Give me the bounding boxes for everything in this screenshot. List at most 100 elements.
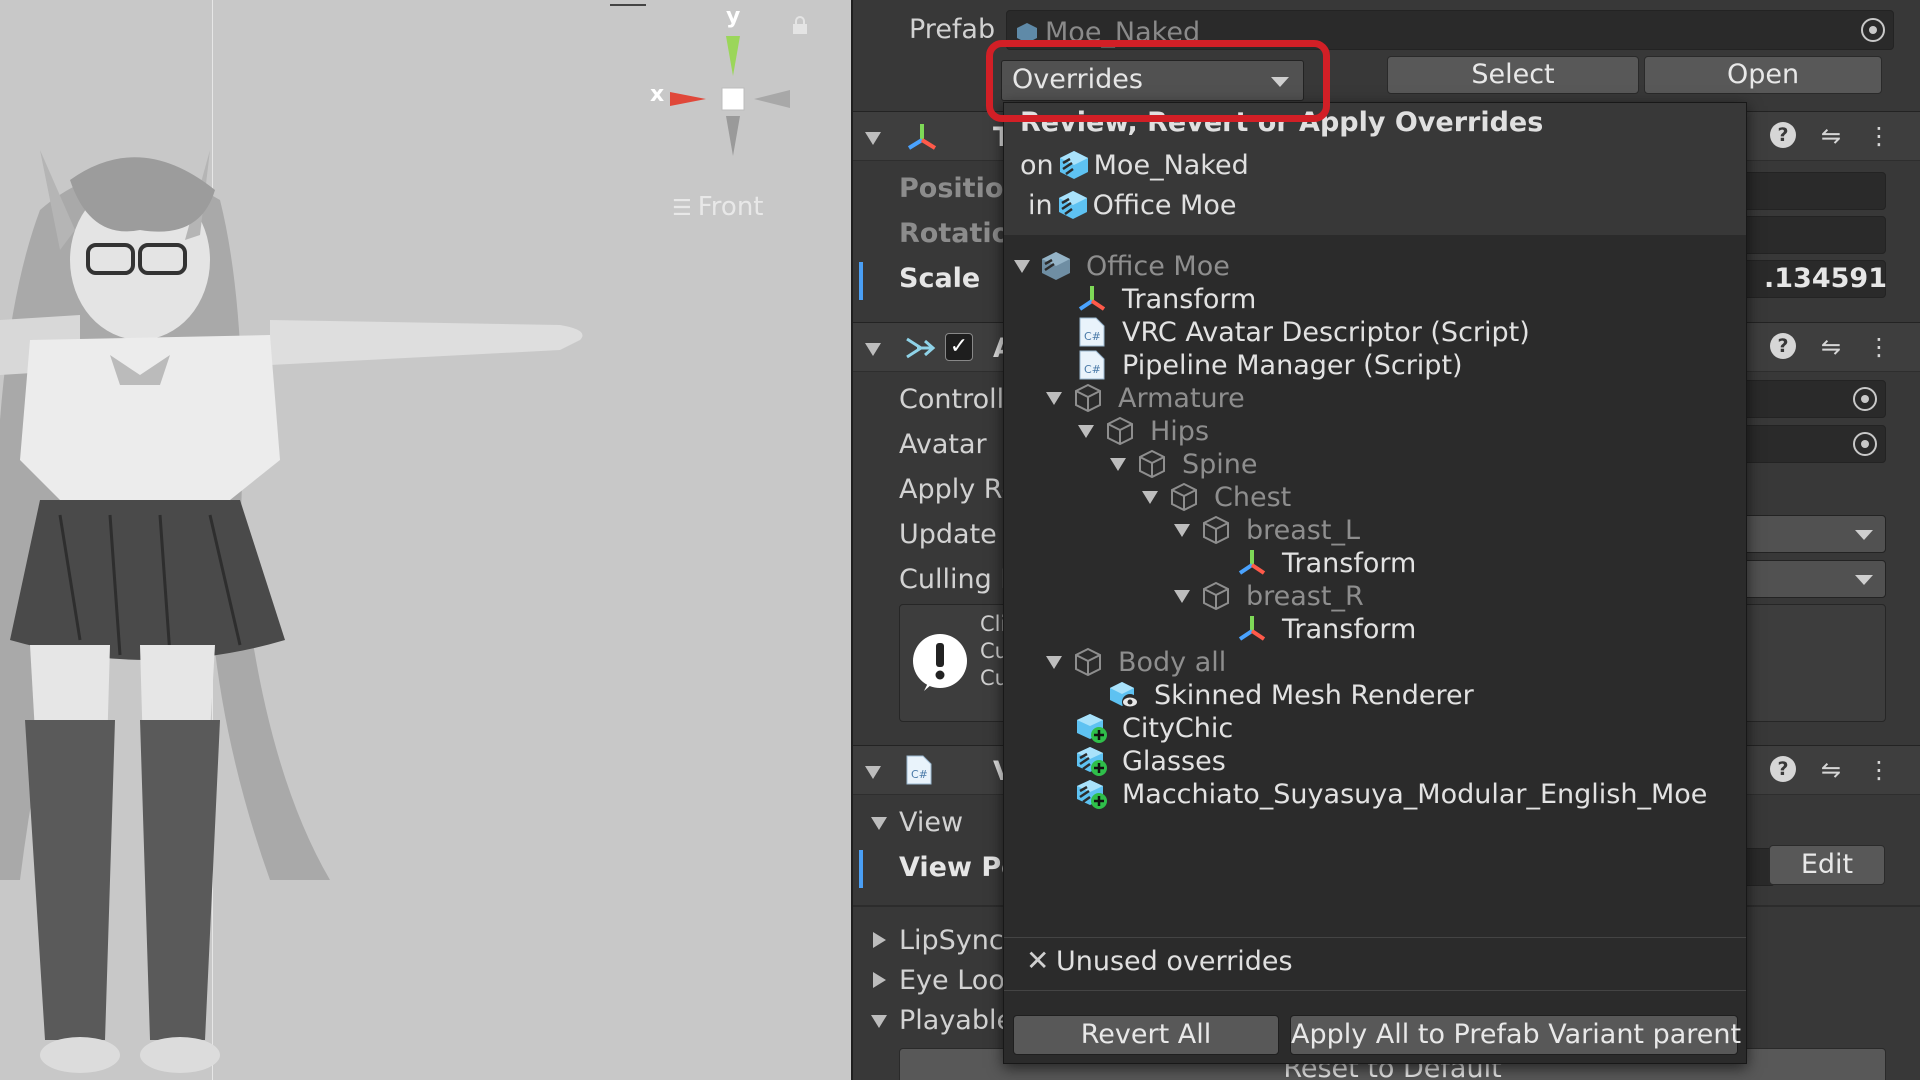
gizmo-x-label: x xyxy=(650,82,665,107)
unity-editor: y x ☰ Front Prefab Moe_Naked Select Open… xyxy=(0,0,1920,1080)
svg-text:C#: C# xyxy=(1084,363,1101,376)
transform-icon xyxy=(1238,616,1266,641)
added-prefab-variant-icon xyxy=(1077,780,1107,809)
scale-z-field[interactable]: .134591 xyxy=(1733,260,1887,298)
view-mode-label[interactable]: ☰ Front xyxy=(672,192,764,222)
modified-indicator xyxy=(859,850,863,888)
expand-arrow-icon[interactable] xyxy=(1014,259,1030,273)
presets-icon[interactable]: ⇋ xyxy=(1818,122,1844,150)
expand-arrow-icon[interactable] xyxy=(1142,490,1158,504)
unused-overrides-row[interactable]: ✕ Unused overrides xyxy=(1004,937,1746,991)
expand-arrow-icon[interactable] xyxy=(871,1015,887,1028)
animator-icon xyxy=(906,337,936,359)
position-z-field[interactable] xyxy=(1733,172,1886,210)
object-picker-icon[interactable] xyxy=(1853,387,1877,411)
help-icon[interactable]: ? xyxy=(1770,333,1796,359)
expand-arrow-icon[interactable] xyxy=(1110,457,1126,471)
on-prefix: on xyxy=(1020,149,1054,181)
presets-icon[interactable]: ⇋ xyxy=(1818,756,1844,784)
transform-icon xyxy=(907,124,937,150)
revert-all-button[interactable]: Revert All xyxy=(1013,1015,1279,1055)
warning-icon xyxy=(913,634,967,691)
tree-item-label: Hips xyxy=(1150,415,1210,447)
rotation-z-field[interactable] xyxy=(1733,216,1886,254)
presets-icon[interactable]: ⇋ xyxy=(1818,333,1844,361)
help-icon[interactable]: ? xyxy=(1770,756,1796,782)
orientation-gizmo[interactable]: y x xyxy=(640,0,807,170)
help-icon[interactable]: ? xyxy=(1770,122,1796,148)
eye-look-foldout[interactable]: Eye Lool xyxy=(899,965,1012,996)
edit-button[interactable]: Edit xyxy=(1769,845,1885,885)
expand-arrow-icon[interactable] xyxy=(871,817,887,830)
skinned-mesh-icon xyxy=(1110,682,1138,710)
more-options-icon[interactable]: ⋮ xyxy=(1866,756,1892,784)
scale-label: Scale xyxy=(899,263,981,294)
in-prefix: in xyxy=(1028,189,1053,221)
tree-item-label: Office Moe xyxy=(1086,250,1230,282)
expand-arrow-icon[interactable] xyxy=(865,766,881,779)
expand-arrow-icon[interactable] xyxy=(865,132,881,145)
apply-root-motion-label: Apply Ro xyxy=(899,474,1018,505)
prefab-label: Prefab xyxy=(909,14,996,45)
gameobject-icon xyxy=(1171,482,1197,512)
controller-field[interactable] xyxy=(1733,380,1886,418)
tree-item-label: Body all xyxy=(1118,646,1227,678)
prefab-variant-icon xyxy=(1059,151,1088,179)
unused-overrides-label: Unused overrides xyxy=(1056,946,1293,977)
script-icon: C# xyxy=(906,755,932,785)
transform-icon xyxy=(1078,286,1106,311)
avatar-field[interactable] xyxy=(1733,425,1886,463)
more-options-icon[interactable]: ⋮ xyxy=(1866,122,1892,150)
avatar-model xyxy=(0,150,583,1073)
culling-mode-dropdown[interactable] xyxy=(1733,560,1886,598)
lipsync-foldout[interactable]: LipSync xyxy=(899,925,1004,956)
expand-arrow-icon[interactable] xyxy=(1046,391,1062,405)
tree-item-label: Transform xyxy=(1282,547,1417,579)
expand-arrow-icon[interactable] xyxy=(1174,523,1190,537)
script-icon: C# xyxy=(1079,350,1105,380)
script-icon: C# xyxy=(1079,317,1105,347)
added-prefab-icon xyxy=(1077,714,1107,743)
expand-arrow-icon[interactable] xyxy=(873,932,886,948)
expand-arrow-icon[interactable] xyxy=(1046,655,1062,669)
gameobject-icon xyxy=(1203,581,1229,611)
object-picker-icon[interactable] xyxy=(1861,18,1885,42)
more-options-icon[interactable]: ⋮ xyxy=(1866,333,1892,361)
open-button[interactable]: Open xyxy=(1644,56,1882,94)
select-button[interactable]: Select xyxy=(1387,56,1639,94)
playable-layers-foldout[interactable]: Playable xyxy=(899,1005,1013,1036)
tree-item-label: breast_L xyxy=(1246,514,1360,546)
expand-arrow-icon[interactable] xyxy=(865,343,881,356)
prefab-icon xyxy=(1042,252,1070,280)
chevron-down-icon xyxy=(1855,575,1873,585)
tree-item-label: Transform xyxy=(1122,283,1257,315)
expand-arrow-icon[interactable] xyxy=(873,972,886,988)
expand-arrow-icon[interactable] xyxy=(1078,424,1094,438)
override-source-line: on Moe_Naked xyxy=(1020,149,1249,181)
view-foldout-label[interactable]: View xyxy=(899,807,963,838)
in-target-name: Office Moe xyxy=(1092,189,1237,221)
gameobject-icon xyxy=(1107,416,1133,446)
close-icon[interactable]: ✕ xyxy=(1026,944,1049,977)
tree-item-macchiato[interactable]: Macchiato_Suyasuya_Modular_English_Moe xyxy=(1076,774,1707,814)
apply-all-button[interactable]: Apply All to Prefab Variant parent xyxy=(1290,1015,1741,1055)
lock-icon[interactable] xyxy=(792,16,808,34)
transform-icon xyxy=(1238,550,1266,575)
update-mode-dropdown[interactable] xyxy=(1733,515,1886,553)
object-picker-icon[interactable] xyxy=(1853,432,1877,456)
chevron-down-icon xyxy=(1855,530,1873,540)
added-prefab-variant-icon xyxy=(1077,747,1107,776)
overrides-popup: Review, Revert or Apply Overrides on Moe… xyxy=(1003,102,1747,1064)
gameobject-icon xyxy=(1075,383,1101,413)
component-enabled-checkbox[interactable]: ✓ xyxy=(945,333,973,361)
scene-view[interactable]: y x ☰ Front xyxy=(0,0,851,1080)
expand-arrow-icon[interactable] xyxy=(1174,589,1190,603)
gameobject-icon xyxy=(1203,515,1229,545)
view-position-label: View Po xyxy=(899,852,1020,883)
tree-item-label: Armature xyxy=(1118,382,1245,414)
tree-item-transform[interactable]: Transform xyxy=(1236,609,1416,649)
tree-item-label: Pipeline Manager (Script) xyxy=(1122,349,1463,381)
menu-icon: ☰ xyxy=(672,196,692,221)
tree-item-label: VRC Avatar Descriptor (Script) xyxy=(1122,316,1530,348)
tree-item-label: Skinned Mesh Renderer xyxy=(1154,679,1474,711)
